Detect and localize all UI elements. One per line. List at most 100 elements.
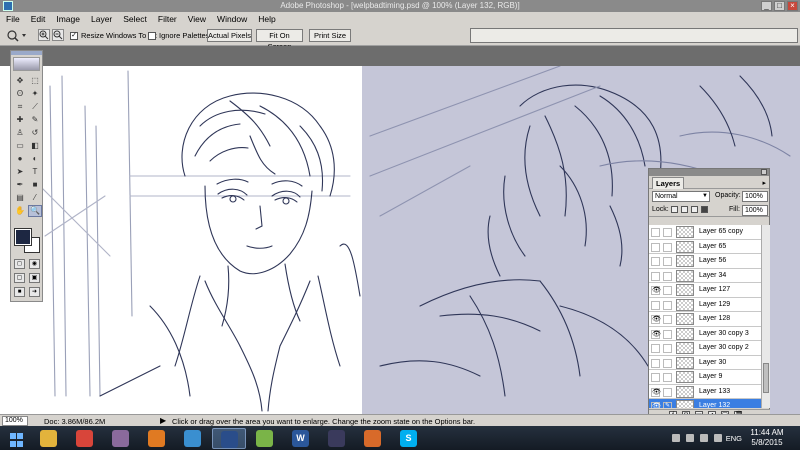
lock-position-icon[interactable] xyxy=(691,206,698,213)
visibility-eye-icon[interactable] xyxy=(651,271,660,281)
layer-link-icon[interactable] xyxy=(663,329,672,339)
hand-icon[interactable]: ✋ xyxy=(13,205,27,217)
toolbox-grip[interactable] xyxy=(11,51,42,55)
visibility-eye-icon[interactable] xyxy=(651,300,660,310)
tray-arrow-icon[interactable] xyxy=(672,434,680,442)
visibility-eye-icon[interactable] xyxy=(651,373,660,382)
layer-link-icon[interactable] xyxy=(663,300,672,310)
shape-icon[interactable]: ■ xyxy=(28,179,42,191)
screen-mode-fullscreen-button[interactable]: ■ xyxy=(14,287,25,297)
layer-list-scrollbar[interactable] xyxy=(761,225,770,408)
close-button[interactable]: × xyxy=(787,1,798,11)
brush-icon[interactable]: ✎ xyxy=(28,114,42,126)
lasso-icon[interactable]: ʘ xyxy=(13,88,27,100)
tab-layers[interactable]: Layers xyxy=(652,177,685,189)
menu-layer[interactable]: Layer xyxy=(91,14,112,24)
layer-row[interactable]: Layer 129 xyxy=(649,297,761,312)
screen-mode-standard-button[interactable]: ▢ xyxy=(14,273,25,283)
menu-select[interactable]: Select xyxy=(123,14,147,24)
layer-row[interactable]: Layer 30 copy 2 xyxy=(649,341,761,356)
doc-size-info[interactable]: Doc: 3.86M/86.2M xyxy=(44,417,105,426)
layer-row[interactable]: Layer 30 xyxy=(649,355,761,370)
resize-windows-check[interactable]: ✓ xyxy=(70,31,78,40)
menu-edit[interactable]: Edit xyxy=(31,14,46,24)
layer-link-icon[interactable] xyxy=(663,344,672,353)
layers-panel-titlebar[interactable] xyxy=(649,169,769,176)
type-icon[interactable]: T xyxy=(28,166,42,178)
blur-icon[interactable]: ● xyxy=(13,153,27,165)
lock-pixels-icon[interactable] xyxy=(681,206,688,213)
crop-icon[interactable]: ⌗ xyxy=(13,101,27,113)
taskbar-app[interactable]: W xyxy=(284,428,318,449)
zoom-level-field[interactable]: 100% xyxy=(2,416,28,426)
ignore-palettes-check[interactable] xyxy=(148,31,156,40)
visibility-eye-icon[interactable] xyxy=(651,358,660,368)
blend-mode-select[interactable]: Normal ▼ xyxy=(652,191,710,202)
taskbar-app[interactable] xyxy=(68,428,102,449)
lock-transparency-icon[interactable] xyxy=(671,206,678,213)
path-selection-icon[interactable]: ➤ xyxy=(13,166,27,178)
fit-on-screen-button[interactable]: Fit On Screen xyxy=(256,29,303,51)
layer-link-icon[interactable] xyxy=(663,271,672,281)
start-button[interactable] xyxy=(2,428,28,448)
layer-row[interactable]: 👁 ✎ Layer 132 xyxy=(649,399,761,408)
layer-row[interactable]: 👁 Layer 133 xyxy=(649,384,761,399)
visibility-eye-icon[interactable] xyxy=(651,344,660,353)
taskbar-app[interactable] xyxy=(356,428,390,449)
quick-mask-button[interactable]: ◉ xyxy=(29,259,40,269)
visibility-eye-icon[interactable]: 👁 xyxy=(651,387,661,397)
layer-row[interactable]: Layer 56 xyxy=(649,254,761,269)
move-icon[interactable]: ✥ xyxy=(13,75,27,87)
taskbar-app[interactable] xyxy=(320,428,354,449)
zoom-icon[interactable]: 🔍 xyxy=(28,205,42,217)
print-size-button[interactable]: Print Size xyxy=(309,29,351,42)
clone-stamp-icon[interactable]: ♙ xyxy=(13,127,27,139)
standard-mode-button[interactable]: ◻ xyxy=(14,259,25,269)
tool-preset-picker[interactable] xyxy=(6,29,28,42)
layer-row[interactable]: Layer 65 copy xyxy=(649,225,761,240)
layer-link-icon[interactable] xyxy=(663,286,672,295)
layer-row[interactable]: Layer 9 xyxy=(649,370,761,385)
layer-row[interactable]: Layer 34 xyxy=(649,268,761,283)
visibility-eye-icon[interactable] xyxy=(651,242,660,252)
network-icon[interactable] xyxy=(686,434,694,442)
volume-icon[interactable] xyxy=(700,434,708,442)
taskbar-app[interactable] xyxy=(248,428,282,449)
foreground-color-swatch[interactable] xyxy=(14,228,32,246)
visibility-eye-icon[interactable]: 👁 xyxy=(651,329,661,339)
clock-date[interactable]: 5/8/2015 xyxy=(744,438,790,447)
menu-filter[interactable]: Filter xyxy=(158,14,177,24)
minimize-button[interactable]: _ xyxy=(761,1,772,11)
panel-minimize-button[interactable] xyxy=(761,169,767,175)
taskbar-app[interactable] xyxy=(104,428,138,449)
opacity-input[interactable]: 100% xyxy=(742,191,768,202)
visibility-eye-icon[interactable]: 👁 xyxy=(651,286,661,295)
marquee-icon[interactable]: ⬚ xyxy=(28,75,42,87)
status-menu-arrow-icon[interactable]: ▶ xyxy=(160,416,166,425)
taskbar-app[interactable] xyxy=(32,428,66,449)
visibility-eye-icon[interactable] xyxy=(651,228,660,237)
layer-link-icon[interactable] xyxy=(663,373,672,382)
maximize-button[interactable]: □ xyxy=(774,1,785,11)
clock-time[interactable]: 11:44 AM xyxy=(744,428,790,437)
layer-link-icon[interactable] xyxy=(663,387,672,397)
taskbar-app[interactable]: S xyxy=(392,428,426,449)
history-brush-icon[interactable]: ↺ xyxy=(28,127,42,139)
zoom-out-button[interactable] xyxy=(52,29,64,41)
layer-row[interactable]: 👁 Layer 30 copy 3 xyxy=(649,326,761,341)
eyedropper-icon[interactable]: ⁄ xyxy=(28,192,42,204)
taskbar-app[interactable] xyxy=(212,428,246,449)
adobe-online-logo[interactable] xyxy=(13,57,40,71)
layer-row[interactable]: 👁 Layer 127 xyxy=(649,283,761,298)
actual-pixels-button[interactable]: Actual Pixels xyxy=(207,29,252,42)
visibility-eye-icon[interactable]: 👁 xyxy=(651,315,661,324)
gradient-icon[interactable]: ◧ xyxy=(28,140,42,152)
menu-window[interactable]: Window xyxy=(217,14,247,24)
pen-icon[interactable]: ✒ xyxy=(13,179,27,191)
menu-view[interactable]: View xyxy=(188,14,206,24)
layer-link-icon[interactable]: ✎ xyxy=(663,402,672,408)
menu-file[interactable]: File xyxy=(6,14,20,24)
eraser-icon[interactable]: ▭ xyxy=(13,140,27,152)
layer-row[interactable]: 👁 Layer 128 xyxy=(649,312,761,327)
layer-row[interactable]: Layer 65 xyxy=(649,239,761,254)
